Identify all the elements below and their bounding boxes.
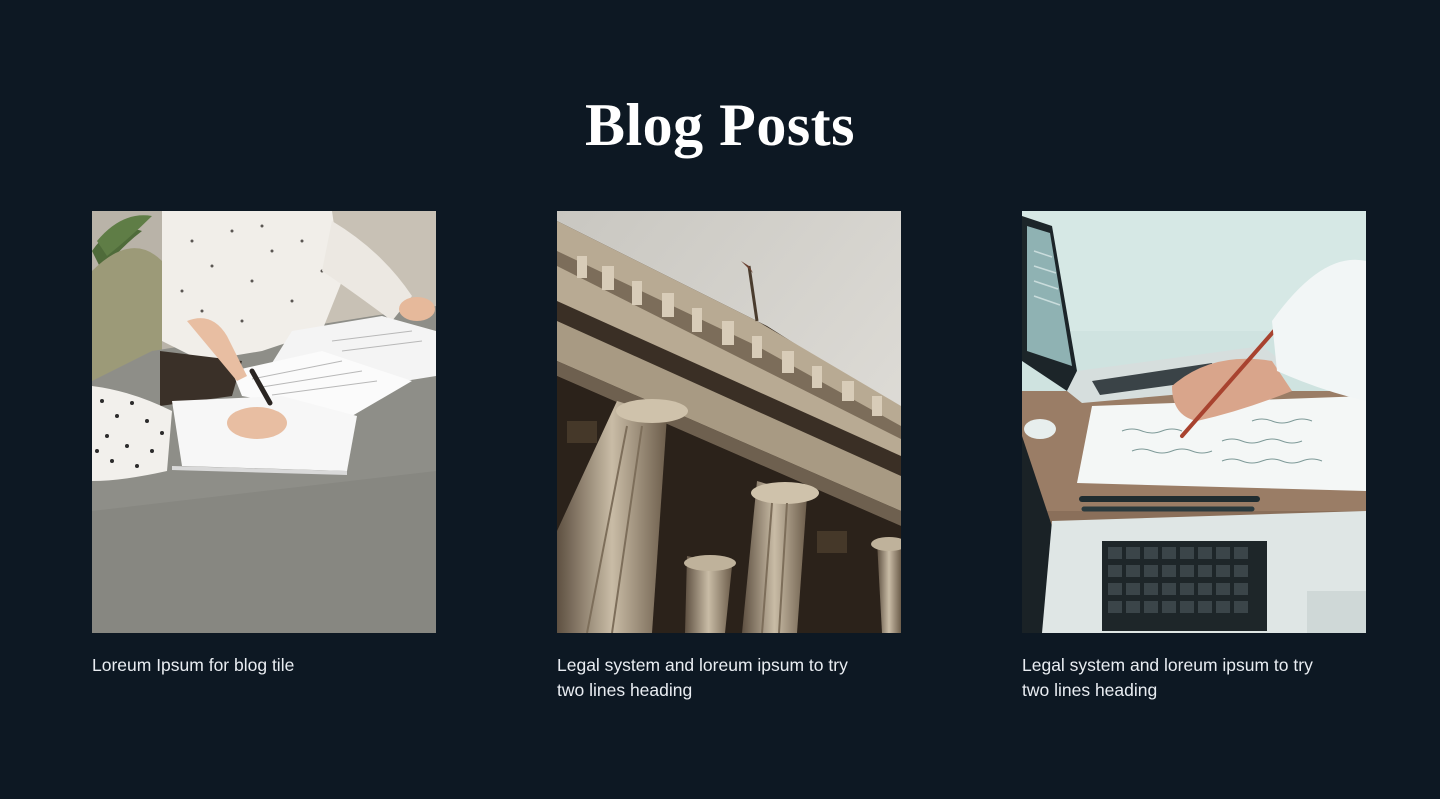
section-title: Blog Posts	[584, 92, 856, 158]
blog-card-image[interactable]	[1022, 211, 1366, 633]
blog-card-title[interactable]: Legal system and loreum ipsum to try two…	[1022, 653, 1332, 703]
blog-card-image[interactable]	[92, 211, 436, 633]
blog-card[interactable]: Loreum Ipsum for blog tile	[92, 211, 436, 678]
blog-posts-section: Blog Posts Loreum Ipsum for blog tile Le…	[0, 0, 1440, 799]
blog-card-title[interactable]: Loreum Ipsum for blog tile	[92, 653, 402, 678]
blog-card[interactable]: Legal system and loreum ipsum to try two…	[1022, 211, 1366, 703]
blog-card-title[interactable]: Legal system and loreum ipsum to try two…	[557, 653, 867, 703]
blog-card-image[interactable]	[557, 211, 901, 633]
blog-card[interactable]: Legal system and loreum ipsum to try two…	[557, 211, 901, 703]
